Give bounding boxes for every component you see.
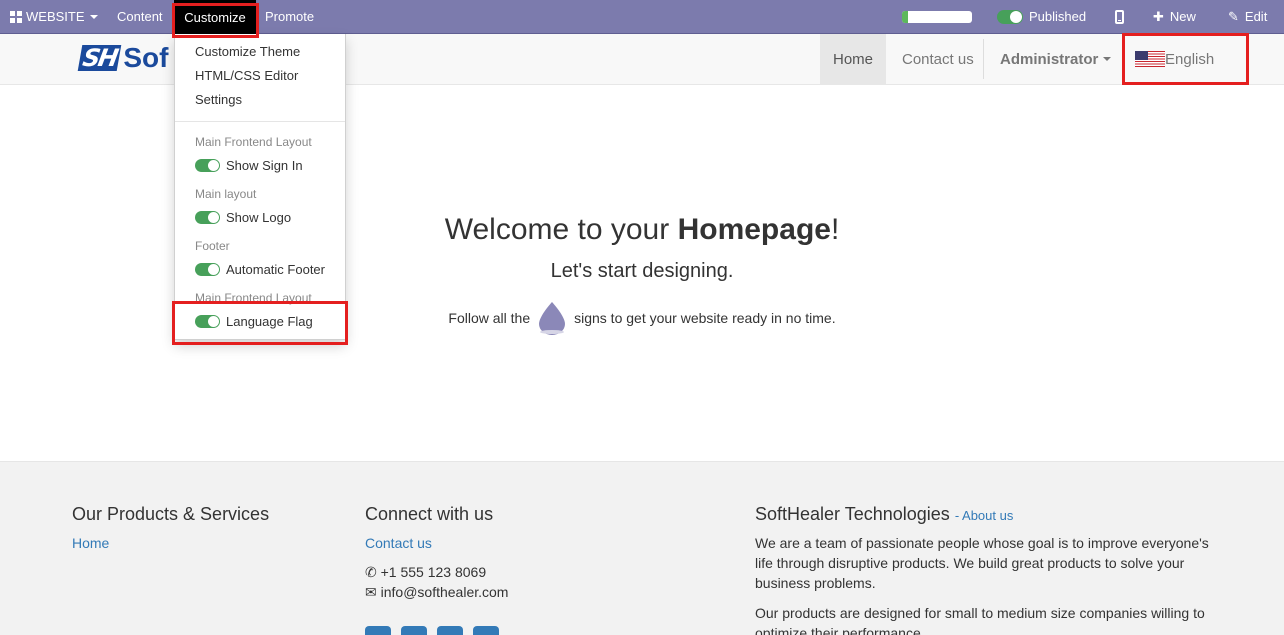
menu-divider — [175, 121, 345, 122]
option-label: Language Flag — [226, 314, 313, 329]
language-label: English — [1165, 50, 1215, 68]
toggle-on-icon — [195, 159, 220, 172]
option-label: Show Sign In — [226, 158, 303, 173]
promote-menu[interactable]: Promote — [265, 0, 314, 33]
progress-track — [902, 10, 972, 23]
edit-button[interactable]: ✎ Edit — [1228, 0, 1267, 33]
twitter-icon[interactable] — [401, 626, 427, 635]
nav-home[interactable]: Home — [820, 34, 886, 84]
envelope-icon: ✉ — [365, 584, 377, 600]
option-automatic-footer[interactable]: Automatic Footer — [195, 262, 325, 277]
option-label: Automatic Footer — [226, 262, 325, 277]
option-language-flag[interactable]: Language Flag — [195, 314, 313, 329]
phone-icon: ✆ — [365, 564, 377, 580]
follow-suffix: signs to get your website ready in no ti… — [574, 310, 836, 326]
company-name: SoftHealer Technologies — [755, 504, 950, 524]
email-address: info@softhealer.com — [380, 584, 509, 600]
logo-mark: SH — [77, 44, 122, 72]
footer-about-para1: We are a team of passionate people whose… — [755, 535, 1209, 591]
footer-phone: ✆ +1 555 123 8069 — [365, 562, 486, 582]
toggle-on-icon — [195, 211, 220, 224]
option-show-logo[interactable]: Show Logo — [195, 210, 291, 225]
menu-html-css-editor[interactable]: HTML/CSS Editor — [195, 68, 298, 83]
footer-products-title: Our Products & Services — [72, 504, 270, 524]
linkedin-icon[interactable] — [437, 626, 463, 635]
nav-divider — [983, 39, 984, 79]
new-label: New — [1169, 9, 1196, 24]
new-button[interactable]: ✚ New — [1153, 0, 1196, 33]
menu-settings[interactable]: Settings — [195, 92, 242, 107]
apps-grid-icon — [10, 10, 22, 23]
site-footer: Our Products & Services Home Connect wit… — [0, 461, 1284, 635]
mobile-icon — [1115, 9, 1124, 24]
footer-email: ✉ info@softhealer.com — [365, 582, 508, 602]
group-header-footer: Footer — [195, 239, 230, 253]
footer-about-para2: Our products are designed for small to m… — [755, 605, 1205, 635]
nav-language-selector[interactable]: English — [1120, 34, 1229, 84]
plus-icon: ✚ — [1153, 8, 1164, 24]
content-menu[interactable]: Content — [117, 0, 163, 33]
group-header-main-layout: Main layout — [195, 187, 257, 201]
published-label: Published — [1029, 9, 1087, 24]
toggle-on-icon — [195, 315, 220, 328]
administrator-label: Administrator — [1000, 50, 1099, 68]
follow-prefix: Follow all the — [448, 310, 531, 326]
pencil-icon: ✎ — [1228, 8, 1239, 24]
toggle-on-icon — [997, 9, 1023, 24]
phone-number: +1 555 123 8069 — [380, 564, 487, 580]
site-logo[interactable]: SH Sof — [77, 42, 169, 73]
group-header-main-frontend-layout: Main Frontend Layout — [195, 135, 312, 149]
welcome-prefix: Welcome to your — [444, 213, 678, 246]
footer-contact-link[interactable]: Contact us — [365, 535, 432, 551]
option-label: Show Logo — [226, 210, 292, 225]
admin-topbar: WEBSITE Content Customize Promote Publis… — [0, 0, 1284, 34]
group-header-main-frontend-layout-2: Main Frontend Layout — [195, 291, 312, 305]
option-show-sign-in[interactable]: Show Sign In — [195, 158, 303, 173]
website-menu-label: WEBSITE — [26, 9, 85, 24]
welcome-bold: Homepage — [677, 213, 831, 246]
logo-text: Sof — [123, 42, 169, 73]
nav-administrator[interactable]: Administrator — [985, 34, 1126, 84]
nav-contact-us[interactable]: Contact us — [887, 34, 989, 84]
social-icons — [365, 626, 499, 635]
about-us-link[interactable]: - About us — [955, 508, 1014, 523]
chevron-down-icon — [1103, 57, 1112, 61]
facebook-icon[interactable] — [365, 626, 391, 635]
published-toggle[interactable]: Published — [997, 0, 1086, 33]
toggle-on-icon — [195, 263, 220, 276]
skype-icon[interactable] — [473, 626, 499, 635]
footer-home-link[interactable]: Home — [72, 535, 109, 551]
menu-customize-theme[interactable]: Customize Theme — [195, 44, 300, 59]
footer-connect-title: Connect with us — [365, 504, 494, 524]
progress-fill — [902, 10, 908, 23]
customize-menu[interactable]: Customize — [174, 0, 256, 34]
water-drop-icon — [539, 302, 566, 335]
footer-company-title: SoftHealer Technologies - About us — [755, 504, 1013, 525]
chevron-down-icon — [89, 14, 98, 19]
customize-dropdown: Customize Theme HTML/CSS Editor Settings… — [174, 34, 346, 340]
seo-progress[interactable] — [902, 0, 972, 33]
edit-label: Edit — [1244, 9, 1268, 24]
website-menu[interactable]: WEBSITE — [10, 0, 98, 33]
us-flag-icon — [1135, 51, 1165, 67]
welcome-suffix: ! — [830, 213, 840, 246]
mobile-preview-button[interactable] — [1115, 0, 1124, 33]
